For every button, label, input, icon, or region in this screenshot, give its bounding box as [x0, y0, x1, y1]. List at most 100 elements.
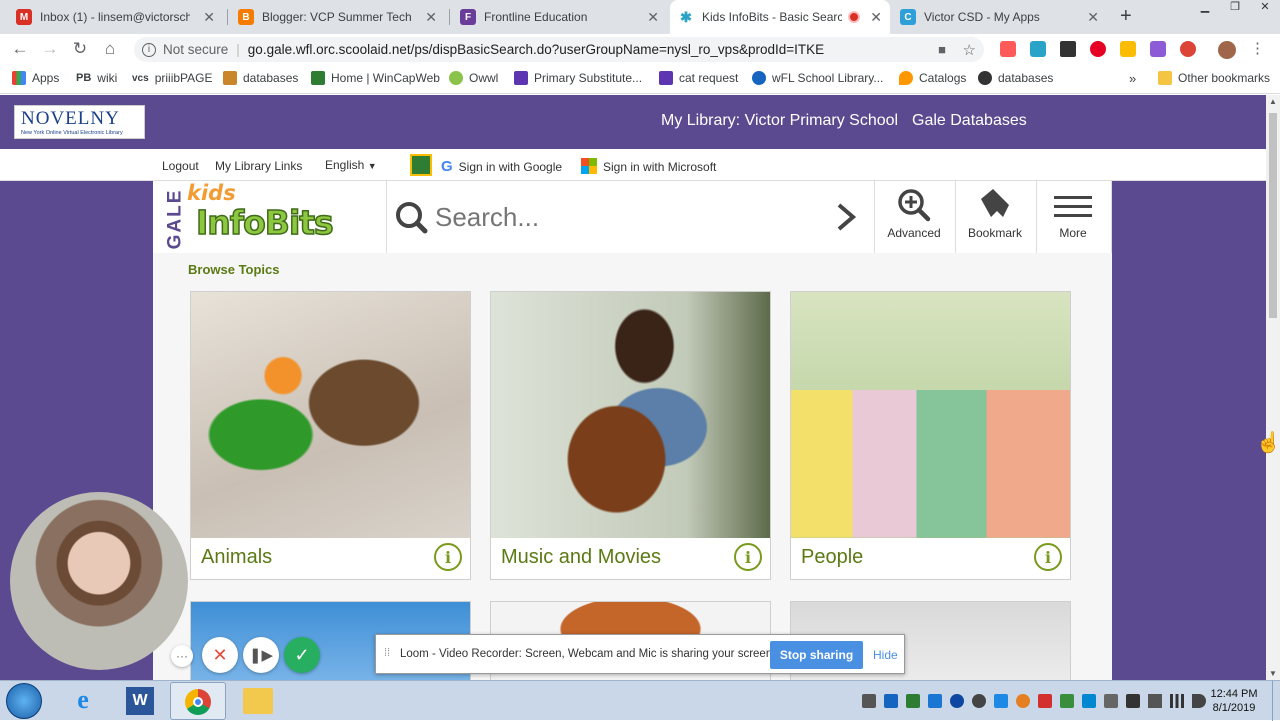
info-icon[interactable]: i [434, 543, 462, 571]
flag-icon[interactable] [1148, 694, 1162, 708]
google-signin[interactable]: G Sign in with Google [441, 158, 562, 175]
tray-icon[interactable] [994, 694, 1008, 708]
signal-icon[interactable] [1170, 694, 1184, 708]
bookmark-wiki[interactable]: PB wiki [76, 71, 117, 85]
tab-blogger[interactable]: B Blogger: VCP Summer Tech - Ed ✕ [230, 0, 445, 34]
menu-icon[interactable]: ⋮ [1250, 41, 1265, 59]
info-icon[interactable]: i [1034, 543, 1062, 571]
tab-victor-csd[interactable]: C Victor CSD - My Apps ✕ [892, 0, 1107, 34]
tab-kids-infobits[interactable]: ✱ Kids InfoBits - Basic Search ✕ [670, 0, 890, 34]
window-close-icon[interactable]: ✕ [1250, 0, 1280, 16]
reload-icon[interactable]: ↻ [69, 38, 91, 60]
more-options-icon[interactable]: ··· [171, 645, 193, 667]
tray-icon[interactable] [1038, 694, 1052, 708]
star-icon[interactable]: ☆ [963, 41, 976, 59]
scrollbar[interactable]: ▲ ▼ [1266, 95, 1280, 680]
tray-icon[interactable] [928, 694, 942, 708]
bookmark-wincapweb[interactable]: Home | WinCapWeb [311, 71, 440, 85]
stop-sharing-button[interactable]: Stop sharing [770, 641, 863, 669]
topic-card-music-movies[interactable]: Music and Movies i [490, 291, 771, 580]
restore-icon[interactable]: ❐ [1220, 0, 1250, 16]
cancel-recording-icon[interactable]: ✕ [202, 637, 238, 673]
info-icon[interactable]: i [142, 42, 156, 57]
tray-icon[interactable] [1082, 694, 1096, 708]
file-explorer-icon[interactable] [243, 688, 273, 714]
advanced-search-button[interactable]: Advanced [876, 187, 952, 240]
bookmark-button[interactable]: Bookmark [957, 187, 1033, 240]
tray-icon[interactable] [862, 694, 876, 708]
my-library-links[interactable]: My Library Links [215, 159, 302, 173]
bookmark-primary-substitute[interactable]: Primary Substitute... [514, 71, 642, 85]
finish-recording-icon[interactable]: ✓ [284, 637, 320, 673]
tray-icon[interactable] [972, 694, 986, 708]
scrollbar-thumb[interactable] [1269, 113, 1277, 318]
clock[interactable]: 12:44 PM 8/1/2019 [1200, 687, 1268, 715]
home-icon[interactable]: ⌂ [99, 38, 121, 60]
tray-icon[interactable] [1126, 694, 1140, 708]
tray-icon[interactable] [884, 694, 898, 708]
tray-icon[interactable] [1016, 694, 1030, 708]
topic-card-people[interactable]: People i [790, 291, 1071, 580]
bookmark-databases[interactable]: databases [223, 71, 298, 85]
bookmark-cat-request[interactable]: cat request [659, 71, 738, 85]
chrome-ext-icon[interactable] [1180, 41, 1196, 57]
search-submit-chevron-icon[interactable] [833, 201, 863, 233]
kids-infobits-logo[interactable]: GALE kids InfoBits [153, 181, 387, 253]
pause-recording-icon[interactable]: ❚▶ [243, 637, 279, 673]
tray-icon[interactable] [906, 694, 920, 708]
vcs-icon: vcs [132, 72, 149, 84]
my-library-link[interactable]: My Library: Victor Primary School [661, 112, 898, 130]
gale-databases-link[interactable]: Gale Databases [912, 112, 1027, 130]
battery-icon[interactable] [1104, 694, 1118, 708]
tab-gmail[interactable]: M Inbox (1) - linsem@victorschools ✕ [8, 0, 223, 34]
info-icon[interactable]: i [734, 543, 762, 571]
close-icon[interactable]: ✕ [870, 9, 882, 26]
tab-frontline[interactable]: F Frontline Education ✕ [452, 0, 667, 34]
profile-avatar[interactable] [1218, 41, 1236, 59]
bluetooth-icon[interactable] [950, 694, 964, 708]
drive-icon[interactable] [1120, 41, 1136, 57]
qr-icon[interactable] [1060, 41, 1076, 57]
bookmark-wfl-library[interactable]: wFL School Library... [752, 71, 883, 85]
drag-handle-icon[interactable]: ⁞⁞ [384, 647, 390, 659]
start-button[interactable] [6, 683, 42, 719]
bookmark-owwl[interactable]: Owwl [449, 71, 498, 85]
show-desktop-button[interactable] [1272, 681, 1280, 721]
novelny-logo[interactable]: NOVELNY New York Online Virtual Electron… [14, 105, 145, 139]
topic-card-animals[interactable]: Animals i [190, 291, 471, 580]
extension-icon[interactable] [1000, 41, 1016, 57]
internet-explorer-icon[interactable]: e [66, 685, 100, 717]
logout-link[interactable]: Logout [162, 159, 199, 173]
minimize-icon[interactable]: ▁ [1190, 0, 1220, 16]
microsoft-signin[interactable]: Sign in with Microsoft [581, 158, 716, 174]
bookmark-databases-2[interactable]: databases [978, 71, 1053, 85]
bookmark-priiibpage[interactable]: vcs priiibPAGE [132, 71, 212, 85]
close-icon[interactable]: ✕ [1087, 9, 1099, 26]
hide-button[interactable]: Hide [873, 648, 898, 662]
more-bookmarks-icon[interactable]: » [1129, 71, 1136, 86]
search-input[interactable] [435, 199, 815, 235]
word-icon[interactable]: W [126, 687, 154, 715]
close-icon[interactable]: ✕ [647, 9, 659, 26]
close-icon[interactable]: ✕ [425, 9, 437, 26]
camera-icon[interactable]: ■ [938, 42, 946, 57]
other-bookmarks[interactable]: Other bookmarks [1158, 71, 1270, 85]
extension-icon[interactable] [1030, 41, 1046, 57]
back-icon[interactable]: ← [9, 38, 31, 60]
address-bar[interactable]: i Not secure | go.gale.wfl.orc.scoolaid.… [134, 37, 984, 62]
forward-icon[interactable]: → [39, 38, 61, 60]
tray-icon[interactable] [1060, 694, 1074, 708]
webcam-bubble[interactable] [10, 492, 188, 670]
pinterest-icon[interactable] [1090, 41, 1106, 57]
extension-icon[interactable] [1150, 41, 1166, 57]
zoom-plus-icon [898, 189, 931, 222]
language-select[interactable]: English ▼ [325, 158, 377, 172]
close-icon[interactable]: ✕ [203, 9, 215, 26]
bookmark-catalogs[interactable]: Catalogs [899, 71, 966, 85]
more-button[interactable]: More [1035, 189, 1111, 240]
google-classroom-icon[interactable] [410, 154, 432, 176]
new-tab-button[interactable]: + [1120, 5, 1132, 28]
bookmark-apps[interactable]: Apps [12, 71, 59, 85]
chrome-taskbar-button[interactable] [170, 682, 226, 720]
chrome-icon [185, 689, 211, 715]
